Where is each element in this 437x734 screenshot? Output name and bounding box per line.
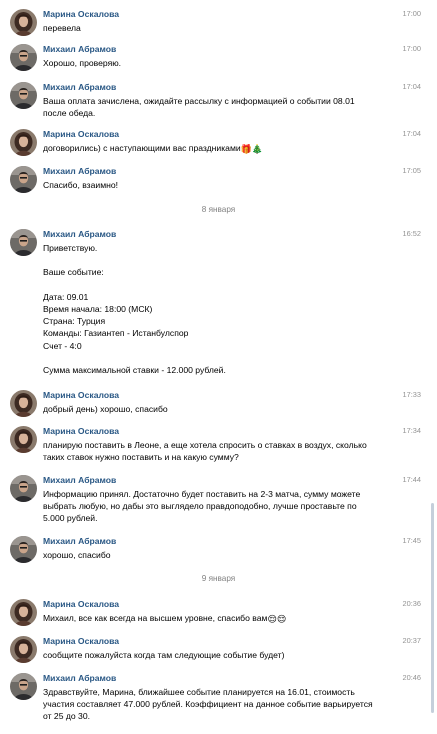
avatar-image	[10, 599, 37, 626]
message-time: 17:04	[402, 129, 422, 138]
message-text: Приветствую. Ваше событие: Дата: 09.01 В…	[43, 243, 226, 376]
message-text: сообщите пожалуйста когда там следующие …	[43, 650, 285, 660]
message-text: Михаил, все как всегда на высшем уровне,…	[43, 612, 415, 624]
avatar[interactable]	[10, 673, 37, 700]
message-text: Хорошо, проверяю.	[43, 58, 122, 68]
relieved-face-emoji-icon: 😌	[276, 614, 287, 624]
avatar-image	[10, 673, 37, 700]
message-text-content: договорились) с наступающими вас праздни…	[43, 143, 241, 153]
avatar[interactable]	[10, 129, 37, 156]
scrollbar[interactable]	[431, 503, 434, 713]
avatar-image	[10, 82, 37, 109]
gift-emoji-icon: 🎁	[240, 144, 252, 154]
author-name[interactable]: Марина Оскалова	[43, 426, 119, 436]
avatar[interactable]	[10, 475, 37, 502]
avatar[interactable]	[10, 166, 37, 193]
message-text: договорились) с наступающими вас праздни…	[43, 142, 415, 154]
message-time: 17:00	[402, 9, 422, 18]
avatar[interactable]	[10, 599, 37, 626]
avatar[interactable]	[10, 426, 37, 453]
avatar-image	[10, 636, 37, 663]
author-name[interactable]: Марина Оскалова	[43, 129, 119, 139]
avatar-image	[10, 166, 37, 193]
message-time: 20:37	[402, 636, 422, 645]
message-text-content: Михаил, все как всегда на высшем уровне,…	[43, 613, 268, 623]
date-separator: 9 января	[201, 574, 236, 583]
message-text: перевела	[43, 23, 81, 33]
avatar[interactable]	[10, 44, 37, 71]
avatar-image	[10, 390, 37, 417]
author-name[interactable]: Михаил Абрамов	[43, 82, 116, 92]
author-name[interactable]: Михаил Абрамов	[43, 673, 116, 683]
date-separator: 8 января	[201, 205, 236, 214]
message-text: Здравствуйте, Марина, ближайшее событие …	[43, 687, 373, 722]
author-name[interactable]: Михаил Абрамов	[43, 229, 116, 239]
avatar[interactable]	[10, 636, 37, 663]
avatar-image	[10, 129, 37, 156]
message-time: 16:52	[402, 229, 422, 238]
message-text: Информацию принял. Достаточно будет пост…	[43, 489, 361, 524]
avatar[interactable]	[10, 82, 37, 109]
author-name[interactable]: Михаил Абрамов	[43, 475, 116, 485]
avatar[interactable]	[10, 9, 37, 36]
message-time: 17:05	[402, 166, 422, 175]
avatar[interactable]	[10, 229, 37, 256]
avatar-image	[10, 229, 37, 256]
author-name[interactable]: Михаил Абрамов	[43, 166, 116, 176]
avatar-image	[10, 426, 37, 453]
message-text: планирую поставить в Леоне, а еще хотела…	[43, 440, 367, 463]
author-name[interactable]: Марина Оскалова	[43, 599, 119, 609]
message-text: Спасибо, взаимно!	[43, 180, 119, 190]
author-name[interactable]: Михаил Абрамов	[43, 44, 116, 54]
message-time: 20:36	[402, 599, 422, 608]
message-text: добрый день) хорошо, спасибо	[43, 404, 168, 414]
relieved-face-emoji-icon: 😌	[267, 614, 277, 624]
author-name[interactable]: Марина Оскалова	[43, 9, 119, 19]
message-time: 17:45	[402, 536, 422, 545]
chat-history: Марина Оскалова 17:00 перевела Михаил Аб…	[0, 0, 437, 734]
christmas-tree-emoji-icon: 🎄	[251, 144, 264, 154]
avatar-image	[10, 9, 37, 36]
message-time: 17:33	[402, 390, 422, 399]
author-name[interactable]: Михаил Абрамов	[43, 536, 116, 546]
message-time: 17:00	[402, 44, 422, 53]
message-time: 17:34	[402, 426, 422, 435]
avatar[interactable]	[10, 536, 37, 563]
author-name[interactable]: Марина Оскалова	[43, 636, 119, 646]
message-time: 17:04	[402, 82, 422, 91]
author-name[interactable]: Марина Оскалова	[43, 390, 119, 400]
avatar-image	[10, 475, 37, 502]
message-time: 17:44	[402, 475, 422, 484]
avatar[interactable]	[10, 390, 37, 417]
message-text: хорошо, спасибо	[43, 550, 111, 560]
message-time: 20:46	[402, 673, 422, 682]
avatar-image	[10, 536, 37, 563]
message-text: Ваша оплата зачислена, ожидайте рассылку…	[43, 96, 355, 119]
avatar-image	[10, 44, 37, 71]
